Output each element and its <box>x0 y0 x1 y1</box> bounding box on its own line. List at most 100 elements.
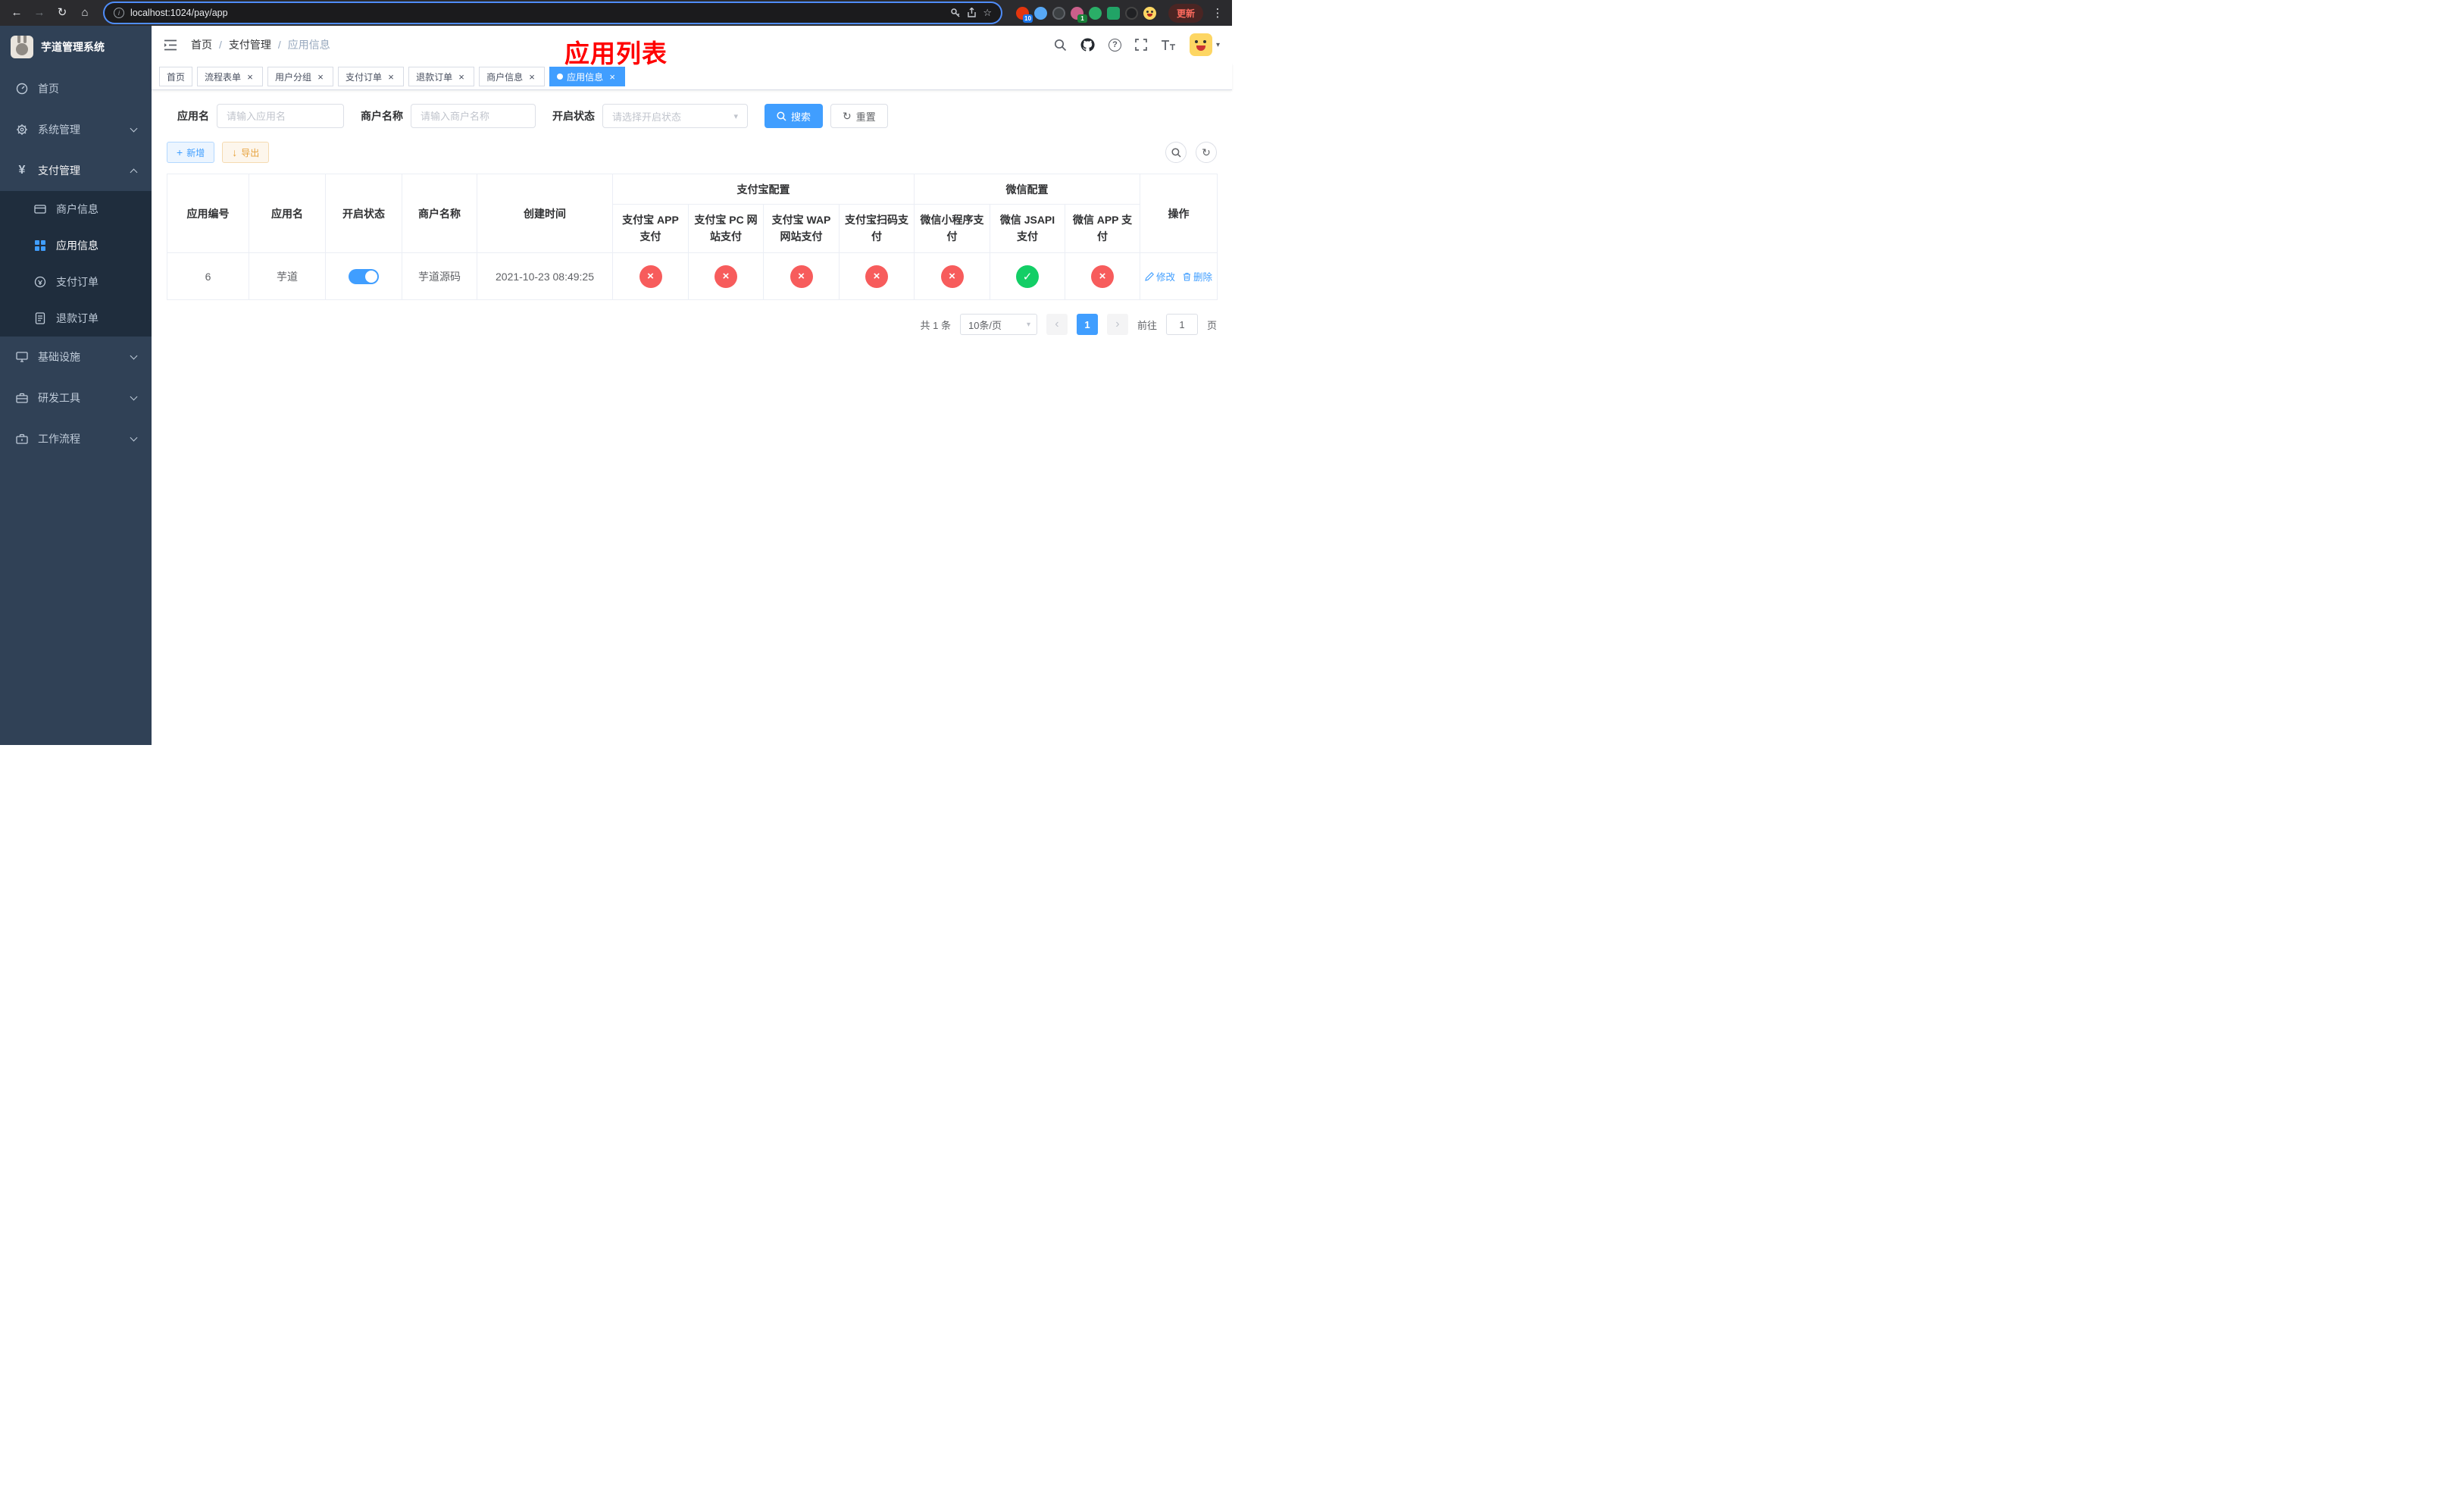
toggle-search-button[interactable] <box>1165 142 1187 163</box>
search-icon[interactable] <box>1054 39 1067 52</box>
tab-user-group[interactable]: 用户分组 × <box>267 67 334 86</box>
sidebar-item-infra[interactable]: 基础设施 <box>0 337 152 377</box>
browser-menu-icon[interactable]: ⋮ <box>1211 6 1224 20</box>
goto-label: 前往 <box>1137 319 1157 331</box>
extension-icon-5[interactable] <box>1088 6 1102 20</box>
sidebar-item-home[interactable]: 首页 <box>0 68 152 109</box>
cell-wx-jsapi: ✓ <box>990 252 1065 300</box>
page-size-select[interactable]: 10条/页 ▾ <box>959 314 1037 335</box>
breadcrumb-home[interactable]: 首页 <box>191 37 212 52</box>
sidebar-item-app-info[interactable]: 应用信息 <box>0 227 152 264</box>
sidebar-item-pay-order[interactable]: 支付订单 <box>0 264 152 300</box>
sidebar: 芋道管理系统 首页 系统管理 ¥ 支付管理 商户信息 应用信息 支付订单 退款订… <box>0 26 152 745</box>
profile-avatar-icon[interactable] <box>1143 6 1156 20</box>
tab-home[interactable]: 首页 <box>159 67 193 86</box>
goto-page-input[interactable] <box>1165 314 1198 335</box>
breadcrumb: 首页 / 支付管理 / 应用信息 <box>191 37 330 52</box>
col-wx-mini: 微信小程序支付 <box>914 204 990 253</box>
status-label: 开启状态 <box>552 110 595 122</box>
close-icon[interactable]: × <box>607 72 618 82</box>
reload-button[interactable]: ↻ <box>53 4 71 22</box>
page-size-value: 10条/页 <box>968 319 1002 331</box>
close-icon[interactable]: × <box>386 72 396 82</box>
help-icon[interactable]: ? <box>1108 38 1121 52</box>
col-wx-app: 微信 APP 支付 <box>1065 204 1140 253</box>
close-icon[interactable]: × <box>315 72 326 82</box>
sidebar-item-devtools[interactable]: 研发工具 <box>0 377 152 418</box>
chrome-update-button[interactable]: 更新 <box>1168 3 1203 23</box>
status-circle-icon: × <box>940 265 964 288</box>
order-icon <box>33 276 47 288</box>
github-icon[interactable] <box>1080 38 1095 52</box>
export-button[interactable]: ↓ 导出 <box>222 142 270 163</box>
close-icon[interactable]: × <box>527 72 537 82</box>
extension-icon-2[interactable] <box>1033 6 1047 20</box>
user-avatar[interactable]: ▾ <box>1189 33 1220 56</box>
tab-refund-order[interactable]: 退款订单 × <box>408 67 475 86</box>
breadcrumb-current: 应用信息 <box>287 39 330 51</box>
sidebar-collapse-icon[interactable] <box>164 39 177 51</box>
close-icon[interactable]: × <box>245 72 255 82</box>
reset-button[interactable]: ↻ 重置 <box>830 104 888 128</box>
bookmark-star-icon[interactable]: ☆ <box>983 7 992 19</box>
refresh-table-button[interactable]: ↻ <box>1196 142 1217 163</box>
cell-wx-mini: × <box>914 252 990 300</box>
search-icon <box>1171 147 1181 158</box>
tab-process-form[interactable]: 流程表单 × <box>197 67 264 86</box>
tab-pay-order[interactable]: 支付订单 × <box>338 67 405 86</box>
cell-merchant: 芋道源码 <box>402 252 477 300</box>
sidebar-item-system[interactable]: 系统管理 <box>0 109 152 150</box>
app-title: 芋道管理系统 <box>41 41 105 53</box>
extension-icon-4[interactable]: 1 <box>1070 6 1087 23</box>
sidebar-item-workflow[interactable]: 工作流程 <box>0 418 152 459</box>
prev-page-button[interactable]: ‹ <box>1046 314 1068 335</box>
delete-button[interactable]: 删除 <box>1183 269 1212 283</box>
url-text[interactable]: localhost:1024/pay/app <box>130 8 228 18</box>
status-switch[interactable] <box>349 268 379 284</box>
search-button[interactable]: 搜索 <box>765 104 824 128</box>
add-button[interactable]: + 新增 <box>167 142 215 163</box>
forward-button[interactable]: → <box>30 4 48 22</box>
plus-icon: + <box>177 146 183 158</box>
tab-label: 用户分组 <box>275 71 312 83</box>
font-size-icon[interactable] <box>1161 39 1176 51</box>
chevron-down-icon <box>130 393 138 400</box>
cell-alipay-wap: × <box>763 252 840 300</box>
sidebar-item-refund-order[interactable]: 退款订单 <box>0 300 152 337</box>
close-icon[interactable]: × <box>456 72 467 82</box>
status-select[interactable]: 请选择开启状态 ▾ <box>602 104 748 128</box>
page-content: 应用名 商户名称 开启状态 请选择开启状态 ▾ 搜索 ↻ 重 <box>152 90 1232 745</box>
toolbox-icon <box>15 393 29 404</box>
extension-icon-3[interactable] <box>1052 6 1065 20</box>
address-bar[interactable]: i localhost:1024/pay/app ☆ <box>105 3 1001 23</box>
tab-label: 首页 <box>167 71 186 83</box>
share-icon[interactable] <box>967 8 977 18</box>
home-button[interactable]: ⌂ <box>76 4 94 22</box>
breadcrumb-payment[interactable]: 支付管理 <box>229 37 271 52</box>
app-name-input[interactable] <box>217 104 344 128</box>
back-button[interactable]: ← <box>8 4 26 22</box>
sidebar-item-payment[interactable]: ¥ 支付管理 <box>0 150 152 191</box>
status-circle-icon: × <box>1091 265 1114 288</box>
sidebar-item-merchant-info[interactable]: 商户信息 <box>0 191 152 227</box>
page-1-button[interactable]: 1 <box>1076 314 1098 335</box>
monitor-icon <box>15 351 29 363</box>
extension-icon-6[interactable] <box>1106 6 1120 20</box>
site-info-icon[interactable]: i <box>114 8 124 18</box>
merchant-name-input[interactable] <box>411 104 536 128</box>
delete-label: 删除 <box>1193 272 1213 283</box>
fullscreen-icon[interactable] <box>1135 39 1147 51</box>
sidebar-label: 应用信息 <box>56 239 98 252</box>
app-logo[interactable]: 芋道管理系统 <box>0 26 152 68</box>
tab-merchant-info[interactable]: 商户信息 × <box>479 67 546 86</box>
download-icon: ↓ <box>232 146 238 158</box>
sidebar-label: 工作流程 <box>38 433 80 445</box>
password-key-icon[interactable] <box>950 8 961 18</box>
search-form: 应用名 商户名称 开启状态 请选择开启状态 ▾ 搜索 ↻ 重 <box>167 104 1217 128</box>
cell-alipay-pc: × <box>688 252 764 300</box>
edit-button[interactable]: 修改 <box>1145 269 1175 283</box>
next-page-button[interactable]: › <box>1106 314 1128 335</box>
col-alipay-qr: 支付宝扫码支付 <box>839 204 915 253</box>
extension-icon-7[interactable] <box>1124 6 1138 20</box>
extension-icon-1[interactable]: 10 <box>1015 6 1033 23</box>
